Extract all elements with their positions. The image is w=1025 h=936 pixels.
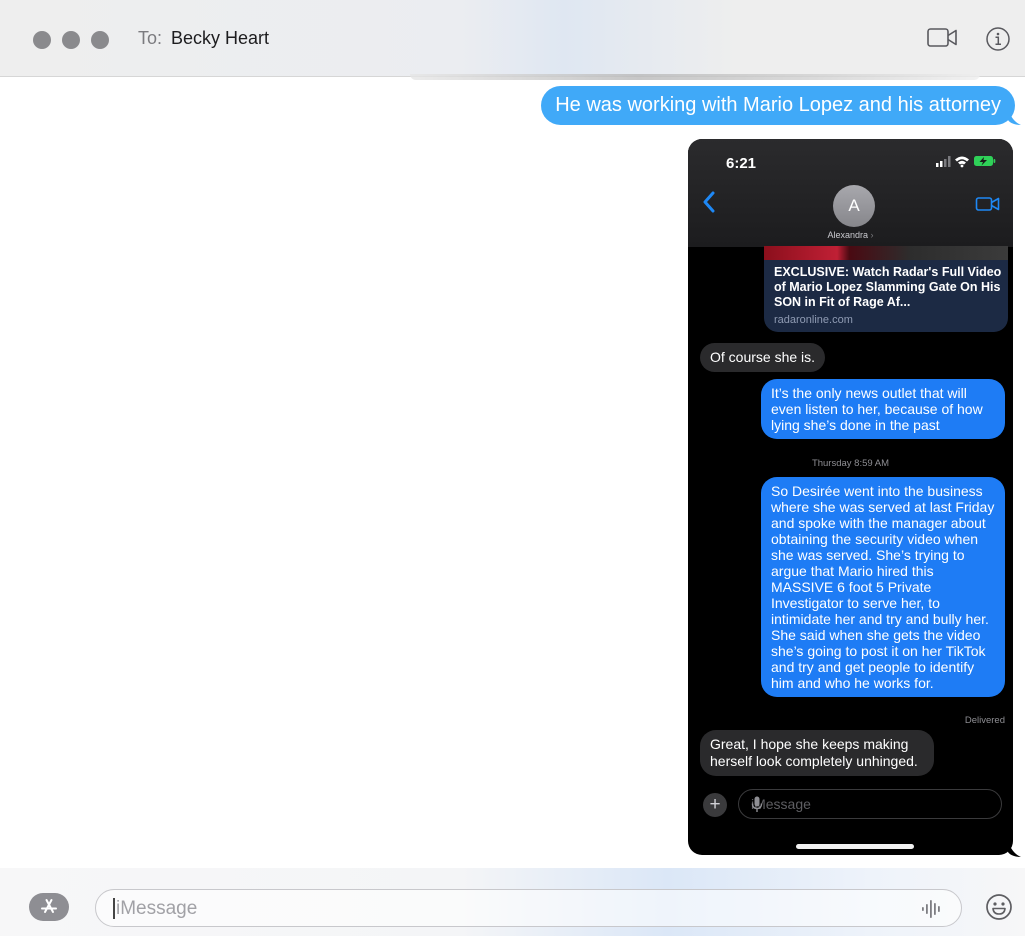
home-indicator (796, 844, 914, 849)
incoming-message-bubble[interactable]: Great, I hope she keeps making herself l… (700, 730, 934, 776)
message-input[interactable] (114, 894, 898, 924)
contact-name: Alexandra (827, 230, 868, 240)
conversation-header: To: Becky Heart (0, 0, 1025, 77)
bubble-tail (1008, 108, 1021, 125)
contact-avatar[interactable]: A (833, 185, 875, 227)
link-preview-title: EXCLUSIVE: Watch Radar's Full Video of M… (774, 265, 1002, 309)
signal-wifi-battery-icon (935, 154, 997, 173)
link-preview-card[interactable]: EXCLUSIVE: Watch Radar's Full Video of M… (764, 260, 1008, 332)
minimize-window-button[interactable] (62, 31, 80, 49)
audio-waveform-icon[interactable] (921, 899, 943, 924)
incoming-message-bubble[interactable]: Of course she is. (700, 343, 826, 372)
link-preview-site: radaronline.com (774, 314, 853, 326)
video-camera-icon[interactable] (926, 26, 960, 55)
contact-chevron: › (870, 230, 874, 240)
outgoing-message-bubble[interactable]: He was working with Mario Lopez and his … (541, 86, 1015, 125)
imessage-input-field[interactable] (95, 889, 962, 927)
recipient-name[interactable]: Becky Heart (171, 28, 269, 49)
to-label: To: (138, 28, 163, 48)
emoji-icon[interactable] (985, 893, 1013, 926)
zoom-window-button[interactable] (91, 31, 109, 49)
back-chevron-icon[interactable] (702, 191, 716, 218)
attached-screenshot[interactable]: 6:21 A Alexandra › EXCLUSIVE: Watch Rada… (688, 139, 1013, 855)
close-window-button[interactable] (33, 31, 51, 49)
bubble-tail (1008, 840, 1021, 857)
apps-button[interactable] (29, 893, 69, 921)
contact-name-row[interactable]: Alexandra › (688, 230, 1013, 240)
outgoing-message-bubble[interactable]: It’s the only news outlet that will even… (761, 379, 1005, 439)
phone-message-input[interactable]: iMessage (738, 789, 1002, 819)
link-preview-thumbnail (764, 246, 1008, 260)
scroll-shadow (410, 74, 980, 80)
message-timestamp: Thursday 8:59 AM (811, 458, 890, 469)
phone-plus-button[interactable]: + (703, 793, 727, 817)
delivered-status: Delivered (964, 715, 1005, 726)
info-icon[interactable] (985, 26, 1011, 57)
phone-status-time: 6:21 (726, 155, 757, 172)
microphone-icon[interactable] (751, 796, 991, 816)
phone-video-icon[interactable] (975, 195, 1001, 218)
outgoing-message-bubble[interactable]: So Desirée went into the business where … (761, 477, 1005, 697)
